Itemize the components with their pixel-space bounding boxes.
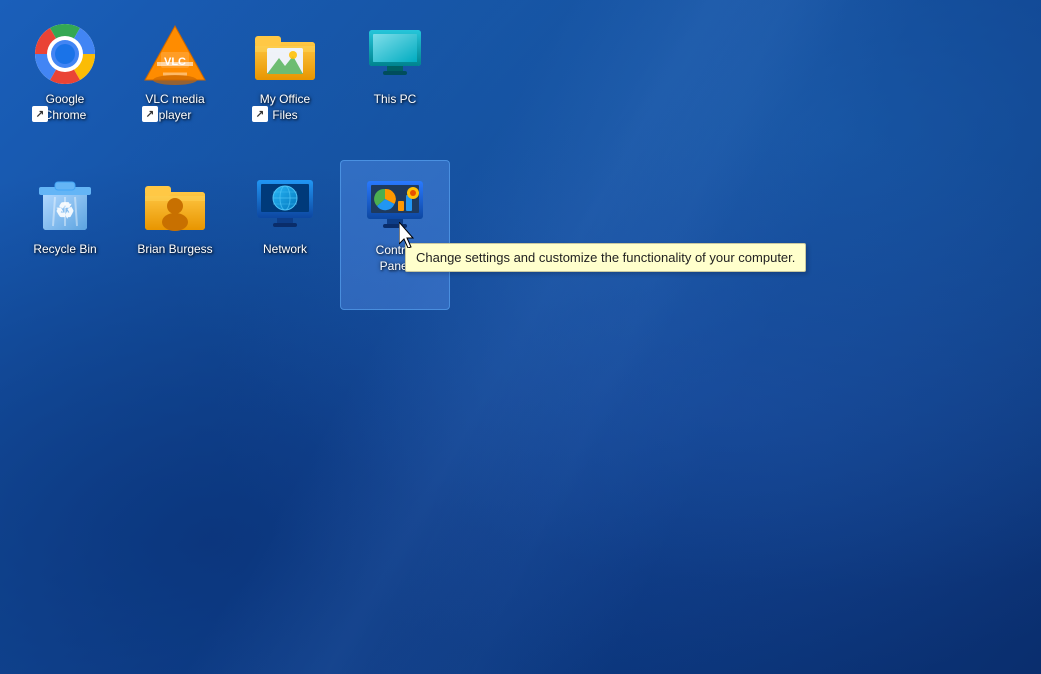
recycle-bin-label: Recycle Bin xyxy=(33,242,96,258)
google-chrome-label: GoogleChrome xyxy=(44,92,87,123)
my-office-files-icon xyxy=(253,22,317,86)
network-icon xyxy=(253,172,317,236)
desktop-icon-grid: ↗ GoogleChrome VLC ↗ VLC mediaplayer xyxy=(10,10,450,310)
desktop-icon-brian-burgess[interactable]: Brian Burgess xyxy=(120,160,230,310)
shortcut-arrow-office-files: ↗ xyxy=(252,106,268,122)
desktop-icon-google-chrome[interactable]: ↗ GoogleChrome xyxy=(10,10,120,160)
desktop-icon-my-office-files[interactable]: ↗ My OfficeFiles xyxy=(230,10,340,160)
control-panel-icon xyxy=(363,173,427,237)
this-pc-icon xyxy=(363,22,427,86)
brian-burgess-icon xyxy=(143,172,207,236)
desktop-icon-network[interactable]: Network xyxy=(230,160,340,310)
vlc-icon: VLC xyxy=(143,22,207,86)
shortcut-arrow-chrome: ↗ xyxy=(32,106,48,122)
shortcut-arrow-vlc: ↗ xyxy=(142,106,158,122)
desktop-icon-recycle-bin[interactable]: ♻ Recycle Bin xyxy=(10,160,120,310)
desktop-icon-control-panel[interactable]: ControlPanel xyxy=(340,160,450,310)
desktop-icon-vlc[interactable]: VLC ↗ VLC mediaplayer xyxy=(120,10,230,160)
google-chrome-icon xyxy=(33,22,97,86)
recycle-bin-icon: ♻ xyxy=(33,172,97,236)
network-label: Network xyxy=(263,242,307,258)
brian-burgess-label: Brian Burgess xyxy=(137,242,212,258)
svg-text:VLC: VLC xyxy=(164,56,186,68)
this-pc-label: This PC xyxy=(374,92,417,108)
desktop-icon-this-pc[interactable]: This PC xyxy=(340,10,450,160)
control-panel-label: ControlPanel xyxy=(376,243,415,274)
